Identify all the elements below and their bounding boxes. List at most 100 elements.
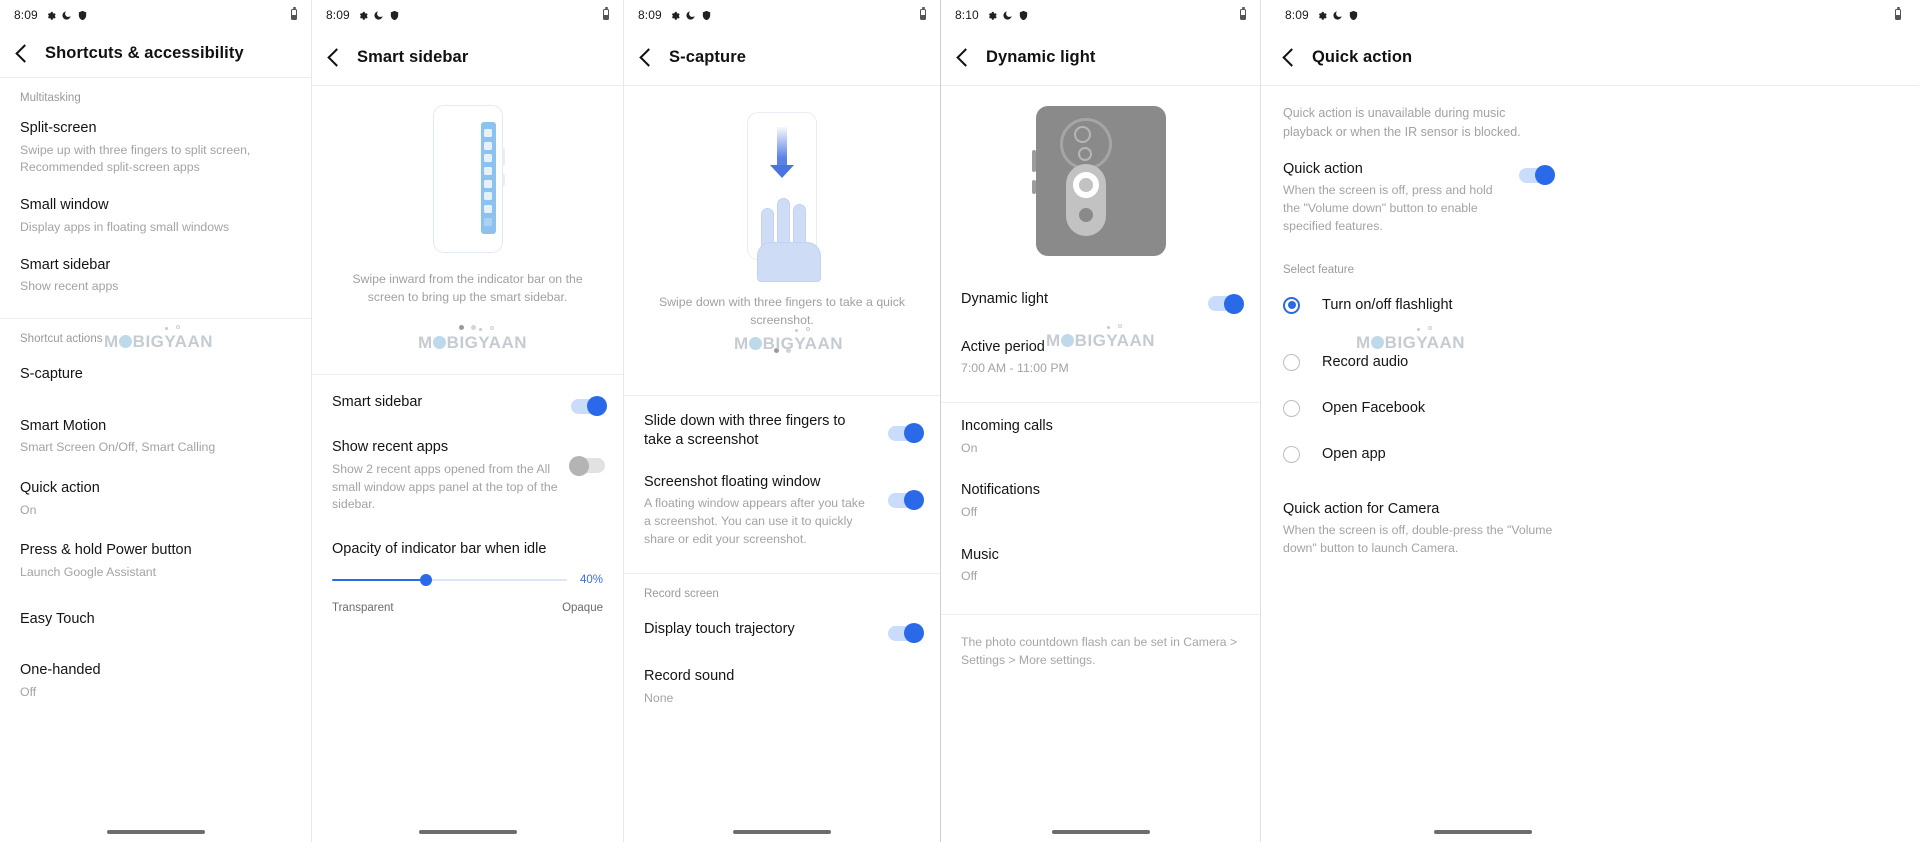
battery-icon: [920, 7, 926, 20]
list-item-dynamic-light[interactable]: Dynamic light: [941, 276, 1260, 324]
list-item-show-recent-apps[interactable]: Show recent apps Show 2 recent apps open…: [312, 430, 623, 526]
item-subtitle: On: [961, 440, 978, 455]
item-subtitle: On: [20, 502, 37, 517]
camera-module-icon: [1031, 106, 1166, 256]
back-icon[interactable]: [956, 48, 975, 67]
list-item-quick-action-camera[interactable]: Quick action for Camera When the screen …: [1261, 478, 1591, 568]
option-label: Open Facebook: [1322, 400, 1426, 417]
list-item-slide-down-screenshot[interactable]: Slide down with three fingers to take a …: [624, 396, 940, 465]
smart-sidebar-switch[interactable]: [571, 396, 607, 417]
panel-shortcuts-accessibility: 8:09 Shortcuts & accessibility Multitask…: [0, 0, 311, 842]
item-subtitle: When the screen is off, press and hold t…: [1283, 183, 1493, 233]
moon-icon: [62, 10, 71, 20]
illustration-caption: Swipe inward from the indicator bar on t…: [352, 272, 583, 304]
option-turn-on-off-flashlight[interactable]: Turn on/off flashlight: [1261, 282, 1919, 329]
shield-icon: [390, 10, 398, 20]
phone-volume-button-icon: [502, 147, 505, 166]
list-item-screenshot-floating-window[interactable]: Screenshot floating window A floating wi…: [624, 465, 940, 561]
item-title: Record sound: [644, 668, 735, 685]
page-dots[interactable]: [312, 324, 623, 330]
list-item-power-button[interactable]: Press & hold Power button Launch Google …: [0, 529, 311, 591]
battery-icon: [291, 7, 297, 20]
list-item-smart-sidebar-toggle[interactable]: Smart sidebar: [312, 375, 623, 431]
list-item-split-screen[interactable]: Split-screen Swipe up with three fingers…: [0, 110, 311, 187]
option-record-audio[interactable]: Record audio: [1261, 329, 1919, 386]
camera-ring-icon: [1059, 118, 1112, 170]
page-dots[interactable]: [624, 347, 940, 353]
list-item-quick-action-main[interactable]: Quick action When the screen is off, pre…: [1261, 142, 1591, 246]
slider-thumb[interactable]: [420, 573, 432, 586]
opacity-slider[interactable]: 40%: [312, 573, 623, 586]
back-icon[interactable]: [1282, 48, 1301, 67]
status-icons: [357, 10, 400, 21]
home-indicator[interactable]: [1051, 829, 1150, 834]
home-indicator[interactable]: [106, 829, 205, 834]
list-item-s-capture[interactable]: S-capture: [0, 351, 311, 395]
screenshot-floating-window-switch[interactable]: [888, 490, 924, 511]
list-item-quick-action[interactable]: Quick action On: [0, 467, 311, 529]
home-indicator[interactable]: [733, 829, 831, 834]
s-capture-illustration: [624, 86, 940, 286]
status-time: 8:10: [955, 8, 979, 22]
item-subtitle: Off: [961, 504, 978, 519]
list-item-active-period[interactable]: Active period 7:00 AM - 11:00 PM: [941, 324, 1260, 388]
item-title: One-handed: [20, 662, 101, 679]
radio-icon[interactable]: [1283, 353, 1300, 371]
radio-icon[interactable]: [1283, 399, 1300, 417]
dynamic-light-switch[interactable]: [1208, 293, 1244, 314]
gear-icon: [1318, 11, 1327, 20]
moon-icon: [1003, 10, 1012, 20]
status-bar: 8:09: [0, 0, 311, 30]
page-title: Shortcuts & accessibility: [45, 44, 244, 62]
status-time: 8:09: [1285, 8, 1309, 22]
battery-icon: [1895, 7, 1901, 20]
display-touch-trajectory-switch[interactable]: [888, 623, 924, 644]
item-title: Active period: [961, 338, 1045, 355]
item-title: Notifications: [961, 482, 1040, 499]
list-item-easy-touch[interactable]: Easy Touch: [0, 592, 311, 640]
list-item-smart-motion[interactable]: Smart Motion Smart Screen On/Off, Smart …: [0, 395, 311, 467]
slider-track[interactable]: [332, 573, 567, 586]
radio-icon[interactable]: [1283, 445, 1300, 463]
radio-icon[interactable]: [1283, 296, 1300, 314]
phone-power-button-icon: [502, 173, 505, 186]
home-indicator[interactable]: [418, 829, 517, 834]
item-title: Small window: [20, 197, 109, 214]
status-bar: 8:10: [941, 0, 1260, 30]
list-item-display-touch-trajectory[interactable]: Display touch trajectory: [624, 606, 940, 654]
down-arrow-icon: [770, 127, 794, 178]
item-subtitle: A floating window appears after you take…: [644, 496, 865, 546]
slider-min-label: Transparent: [332, 601, 394, 614]
option-label: Record audio: [1322, 354, 1409, 371]
list-item-record-sound[interactable]: Record sound None: [624, 653, 940, 721]
panel-dynamic-light: 8:10 Dynamic light Dynamic light M BIGYA…: [940, 0, 1260, 842]
option-open-facebook[interactable]: Open Facebook: [1261, 386, 1919, 432]
item-title: Music: [961, 546, 999, 563]
list-item-notifications[interactable]: Notifications Off: [941, 467, 1260, 531]
fingers-icon: [753, 176, 827, 282]
quick-action-switch[interactable]: [1519, 165, 1555, 185]
phone-side-button-icon: [1031, 180, 1036, 194]
home-indicator[interactable]: [1434, 829, 1532, 834]
app-bar: Smart sidebar: [312, 30, 623, 86]
back-icon[interactable]: [327, 48, 346, 67]
item-title: Display touch trajectory: [644, 620, 795, 637]
show-recent-apps-switch[interactable]: [569, 455, 605, 476]
slider-end-labels: Transparent Opaque: [312, 602, 623, 614]
battery-icon: [1240, 7, 1246, 20]
slider-value: 40%: [579, 573, 603, 586]
list-item-one-handed[interactable]: One-handed Off: [0, 639, 311, 711]
option-open-app[interactable]: Open app: [1261, 432, 1919, 478]
list-item-music[interactable]: Music Off: [941, 532, 1260, 596]
list-item-smart-sidebar[interactable]: Smart sidebar Show recent apps: [0, 247, 311, 306]
app-bar: Shortcuts & accessibility: [0, 30, 311, 78]
slide-down-screenshot-switch[interactable]: [888, 423, 924, 444]
battery-icon: [603, 7, 609, 20]
back-icon[interactable]: [15, 44, 34, 63]
item-title: Easy Touch: [20, 610, 95, 627]
slider-label-row: Opacity of indicator bar when idle: [312, 526, 623, 560]
option-label: Turn on/off flashlight: [1322, 297, 1453, 314]
list-item-small-window[interactable]: Small window Display apps in floating sm…: [0, 187, 311, 246]
back-icon[interactable]: [639, 48, 658, 67]
list-item-incoming-calls[interactable]: Incoming calls On: [941, 403, 1260, 467]
